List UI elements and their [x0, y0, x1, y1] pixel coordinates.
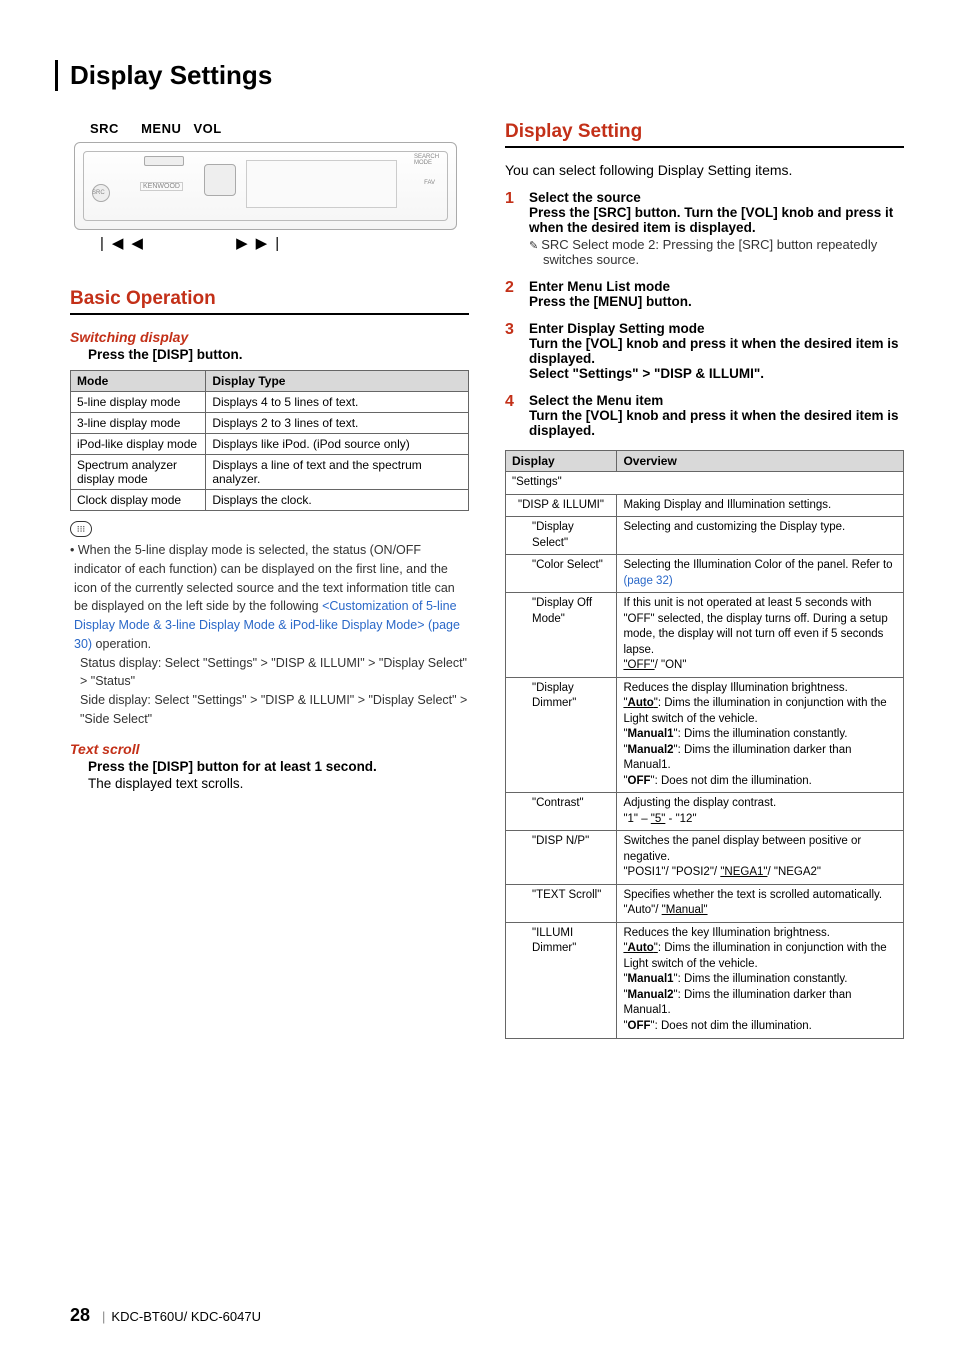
table-row: 5-line display modeDisplays 4 to 5 lines…	[71, 392, 469, 413]
table-row: "ILLUMI Dimmer"Reduces the key Illuminat…	[506, 922, 904, 1038]
note-block: • When the 5-line display mode is select…	[70, 541, 469, 729]
step: 4Select the Menu itemTurn the [VOL] knob…	[505, 393, 904, 438]
step: 2Enter Menu List modePress the [MENU] bu…	[505, 279, 904, 309]
table-row: iPod-like display modeDisplays like iPod…	[71, 434, 469, 455]
table-row: "DISP N/P"Switches the panel display bet…	[506, 831, 904, 885]
table-row: "Display Off Mode"If this unit is not op…	[506, 593, 904, 678]
table-row: Spectrum analyzer display modeDisplays a…	[71, 455, 469, 490]
page-footer: 28|KDC-BT60U/ KDC-6047U	[70, 1305, 261, 1326]
table-row: 3-line display modeDisplays 2 to 3 lines…	[71, 413, 469, 434]
text-scroll-instr: Press the [DISP] button for at least 1 s…	[70, 759, 469, 774]
note-icon: ⁝⁝⁝	[70, 521, 92, 537]
table-row: "Contrast"Adjusting the display contrast…	[506, 793, 904, 831]
text-scroll-body: The displayed text scrolls.	[70, 776, 469, 791]
device-labels: SRC MENU VOL	[70, 121, 469, 136]
settings-menu-table: Display Overview "Settings" "DISP & ILLU…	[505, 450, 904, 1039]
switching-display-instr: Press the [DISP] button.	[70, 347, 469, 362]
step: 1Select the sourcePress the [SRC] button…	[505, 190, 904, 267]
page-title: Display Settings	[55, 60, 904, 91]
nav-icons: |◀◀ ▶▶|	[70, 234, 469, 252]
switching-display-head: Switching display	[70, 329, 469, 345]
section-display-setting: Display Setting	[505, 121, 904, 148]
table-row: "Display Dimmer"Reduces the display Illu…	[506, 677, 904, 793]
table-row: Clock display modeDisplays the clock.	[71, 490, 469, 511]
device-illustration: SRC SEARCHMODE FAV KENWOOD	[74, 142, 457, 230]
table-row: "Display Select"Selecting and customizin…	[506, 517, 904, 555]
table-row: "TEXT Scroll"Specifies whether the text …	[506, 884, 904, 922]
table-row: "DISP & ILLUMI"Making Display and Illumi…	[506, 494, 904, 517]
table-row: "Color Select"Selecting the Illumination…	[506, 555, 904, 593]
step: 3Enter Display Setting modeTurn the [VOL…	[505, 321, 904, 381]
text-scroll-head: Text scroll	[70, 741, 469, 757]
display-setting-intro: You can select following Display Setting…	[505, 162, 904, 178]
section-basic-operation: Basic Operation	[70, 288, 469, 315]
display-mode-table: Mode Display Type 5-line display modeDis…	[70, 370, 469, 511]
